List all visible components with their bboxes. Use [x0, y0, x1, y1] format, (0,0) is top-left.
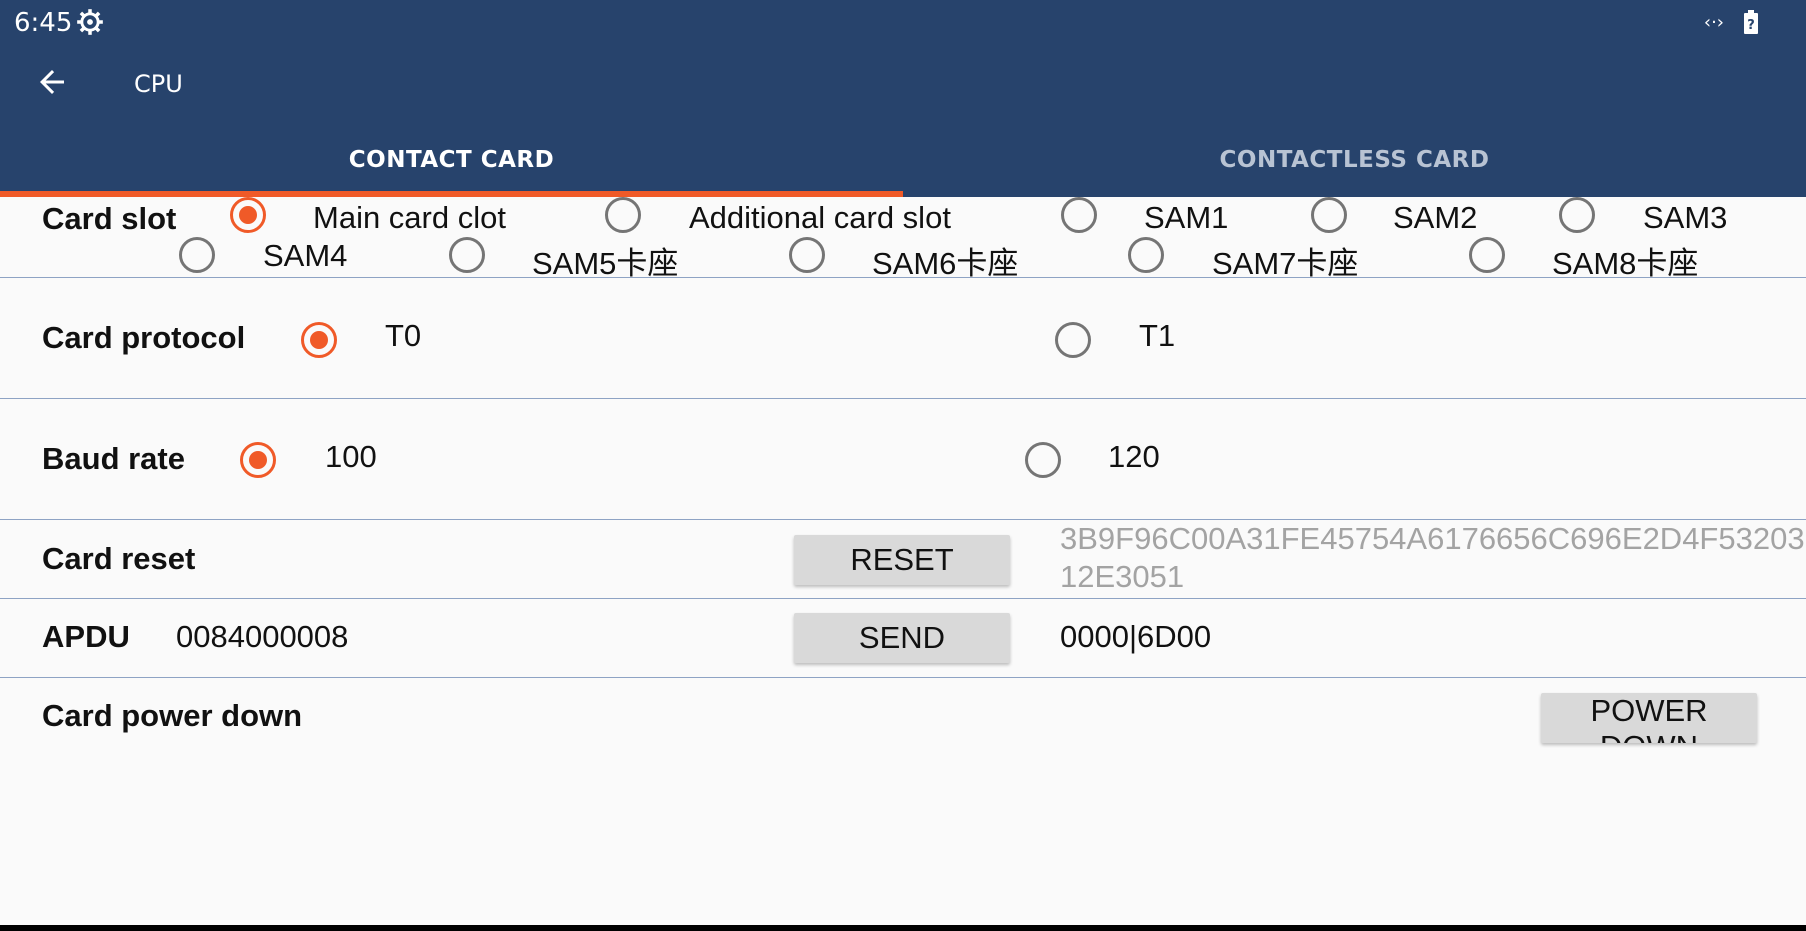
apdu-output: 0000|6D00 [1060, 619, 1212, 654]
power-down-row: Card power down POWER DOWN [0, 678, 1806, 778]
option-label: SAM2 [1393, 200, 1478, 235]
option-label: Main card clot [313, 200, 506, 235]
radio-protocol-t1[interactable] [1055, 322, 1091, 358]
tab-contact-card[interactable]: CONTACT CARD [0, 130, 903, 197]
radio-sam7[interactable] [1128, 237, 1164, 273]
apdu-input[interactable]: 0084000008 [176, 619, 348, 655]
tab-contactless-card[interactable]: CONTACTLESS CARD [903, 130, 1806, 197]
option-label: SAM3 [1643, 200, 1728, 235]
tab-label: CONTACT CARD [348, 147, 555, 173]
status-time: 6:45 [14, 8, 73, 38]
battery-unknown-icon: ? [1744, 10, 1758, 34]
radio-sam6[interactable] [789, 237, 825, 273]
card-slot-row: Card slot Main card clot Additional card… [0, 197, 1806, 281]
radio-sam3[interactable] [1559, 197, 1595, 233]
apdu-row: APDU 0084000008 SEND 0000|6D00 [0, 599, 1806, 678]
power-down-label: Card power down [42, 698, 303, 733]
app-bar: 6:45 ‹·› ? CPU CONTACT CARD CONTACTLESS … [0, 0, 1806, 197]
option-label: SAM4 [263, 238, 348, 273]
card-protocol-row: Card protocol T0 T1 [0, 278, 1806, 399]
option-label: SAM7卡座 [1212, 246, 1359, 281]
radio-sam1[interactable] [1061, 197, 1097, 233]
option-label: Additional card slot [689, 200, 951, 235]
power-down-button[interactable]: POWER DOWN [1541, 693, 1757, 743]
radio-main-card-slot[interactable] [230, 197, 266, 233]
page-title: CPU [134, 70, 183, 98]
option-label: 120 [1108, 439, 1160, 474]
gear-icon [77, 9, 103, 35]
card-slot-label: Card slot [42, 201, 177, 236]
option-label: SAM8卡座 [1552, 246, 1699, 281]
baud-rate-row: Baud rate 100 120 [0, 399, 1806, 520]
option-label: SAM6卡座 [872, 246, 1019, 281]
radio-additional-card-slot[interactable] [605, 197, 641, 233]
reset-output: 3B9F96C00A31FE45754A6176656C696E2D4F5320… [1060, 521, 1805, 594]
radio-sam5[interactable] [449, 237, 485, 273]
tab-label: CONTACTLESS CARD [1219, 147, 1490, 173]
svg-text:?: ? [1747, 18, 1755, 33]
send-button[interactable]: SEND [794, 613, 1010, 663]
apdu-label: APDU [42, 619, 130, 654]
radio-protocol-t0[interactable] [301, 322, 337, 358]
screen: 6:45 ‹·› ? CPU CONTACT CARD CONTACTLESS … [0, 0, 1806, 925]
data-sync-icon: ‹·› [1703, 11, 1724, 33]
radio-sam2[interactable] [1311, 197, 1347, 233]
radio-baud-120[interactable] [1025, 442, 1061, 478]
reset-button[interactable]: RESET [794, 535, 1010, 585]
status-icons: ‹·› ? [1704, 10, 1758, 34]
card-protocol-label: Card protocol [42, 320, 246, 355]
tab-bar: CONTACT CARD CONTACTLESS CARD [0, 130, 1806, 197]
radio-sam8[interactable] [1469, 237, 1505, 273]
card-reset-label: Card reset [42, 541, 196, 576]
option-label: SAM1 [1144, 200, 1229, 235]
option-label: 100 [325, 439, 377, 474]
option-label: T0 [385, 318, 422, 353]
baud-rate-label: Baud rate [42, 441, 185, 476]
radio-baud-100[interactable] [240, 442, 276, 478]
option-label: SAM5卡座 [532, 246, 679, 281]
radio-sam4[interactable] [179, 237, 215, 273]
arrow-back-icon[interactable] [34, 64, 70, 100]
option-label: T1 [1139, 318, 1176, 353]
